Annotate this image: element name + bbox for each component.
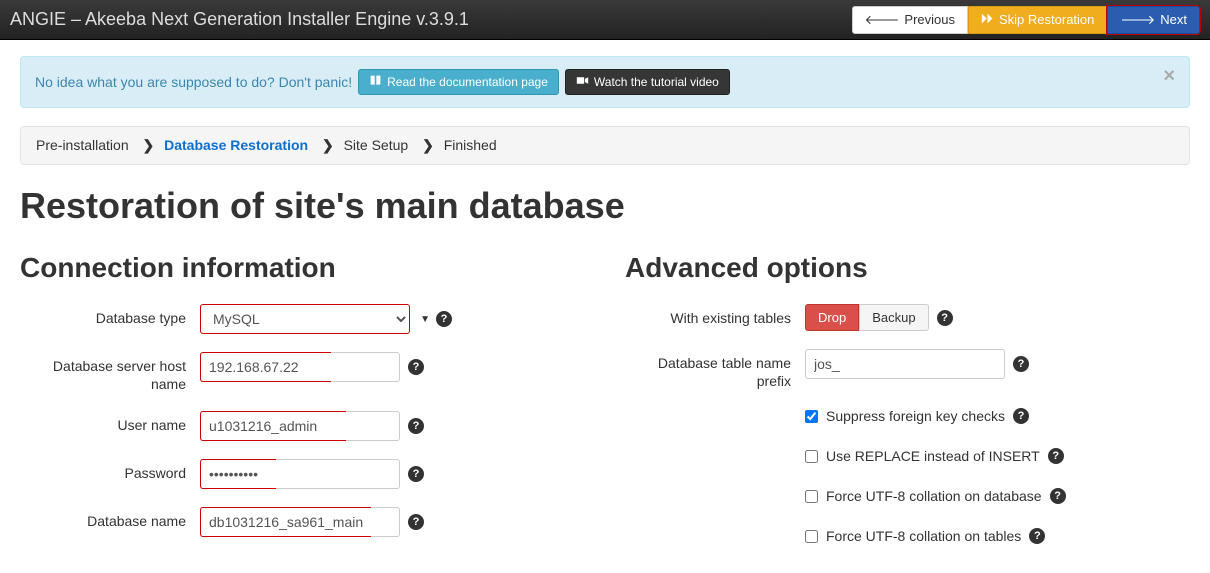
help-icon[interactable]: ? [436, 311, 452, 327]
help-icon[interactable]: ? [937, 310, 953, 326]
video-icon [576, 74, 589, 90]
db-type-label: Database type [20, 304, 200, 327]
chevron-down-icon: ▼ [420, 314, 430, 325]
password-input[interactable] [200, 459, 400, 489]
skip-label: Skip Restoration [999, 12, 1094, 27]
help-icon[interactable]: ? [1013, 356, 1029, 372]
page-title: Restoration of site's main database [20, 185, 1190, 227]
existing-tables-label: With existing tables [625, 304, 805, 327]
suppress-fk-checkbox[interactable] [805, 410, 818, 423]
next-label: Next [1160, 12, 1187, 27]
book-icon [369, 74, 382, 90]
next-button[interactable]: 🡒 Next [1107, 6, 1200, 34]
drop-button[interactable]: Drop [805, 304, 859, 331]
previous-button[interactable]: 🡐 Previous [852, 6, 968, 34]
username-input[interactable] [200, 411, 400, 441]
force-utf8-db-label: Force UTF-8 collation on database [826, 488, 1042, 504]
navbar: ANGIE – Akeeba Next Generation Installer… [0, 0, 1210, 40]
backup-button[interactable]: Backup [859, 304, 928, 331]
navbar-buttons: 🡐 Previous Skip Restoration 🡒 Next [852, 6, 1200, 34]
watch-video-label: Watch the tutorial video [594, 75, 719, 89]
arrow-right-icon: 🡒 [1120, 12, 1155, 28]
close-icon[interactable]: × [1163, 65, 1175, 88]
chevron-right-icon: ❯ [322, 137, 334, 153]
use-replace-label: Use REPLACE instead of INSERT [826, 448, 1040, 464]
help-icon[interactable]: ? [1029, 528, 1045, 544]
connection-heading: Connection information [20, 252, 585, 284]
force-utf8-tables-checkbox[interactable] [805, 530, 818, 543]
suppress-fk-label: Suppress foreign key checks [826, 408, 1005, 424]
help-icon[interactable]: ? [1050, 488, 1066, 504]
help-icon[interactable]: ? [408, 514, 424, 530]
breadcrumb-step-finished[interactable]: Finished [444, 137, 497, 153]
db-type-select[interactable]: MySQL [200, 304, 410, 334]
help-icon[interactable]: ? [1013, 408, 1029, 424]
force-utf8-db-checkbox[interactable] [805, 490, 818, 503]
prefix-label: Database table name prefix [625, 349, 805, 390]
force-utf8-tables-label: Force UTF-8 collation on tables [826, 528, 1021, 544]
breadcrumb-step-sitesetup[interactable]: Site Setup [344, 137, 409, 153]
prefix-input[interactable] [805, 349, 1005, 379]
host-input[interactable] [200, 352, 400, 382]
dbname-label: Database name [20, 507, 200, 530]
read-docs-label: Read the documentation page [387, 75, 548, 89]
breadcrumb-step-preinstall[interactable]: Pre-installation [36, 137, 129, 153]
watch-video-button[interactable]: Watch the tutorial video [565, 69, 730, 95]
help-icon[interactable]: ? [408, 359, 424, 375]
chevron-right-icon: ❯ [422, 137, 434, 153]
arrow-left-icon: 🡐 [865, 12, 900, 28]
advanced-heading: Advanced options [625, 252, 1190, 284]
chevron-right-icon: ❯ [143, 137, 155, 153]
host-label: Database server host name [20, 352, 200, 393]
info-alert: No idea what you are supposed to do? Don… [20, 56, 1190, 108]
alert-text: No idea what you are supposed to do? Don… [35, 74, 352, 90]
dbname-input[interactable] [200, 507, 400, 537]
help-icon[interactable]: ? [408, 466, 424, 482]
read-docs-button[interactable]: Read the documentation page [358, 69, 559, 95]
help-icon[interactable]: ? [1048, 448, 1064, 464]
username-label: User name [20, 411, 200, 434]
app-title: ANGIE – Akeeba Next Generation Installer… [10, 9, 469, 30]
breadcrumb: Pre-installation ❯ Database Restoration … [20, 126, 1190, 165]
skip-button[interactable]: Skip Restoration [968, 6, 1107, 34]
help-icon[interactable]: ? [408, 418, 424, 434]
previous-label: Previous [904, 12, 955, 27]
password-label: Password [20, 459, 200, 482]
use-replace-checkbox[interactable] [805, 450, 818, 463]
fast-forward-icon [981, 12, 994, 28]
breadcrumb-step-dbrestore[interactable]: Database Restoration [164, 137, 308, 153]
